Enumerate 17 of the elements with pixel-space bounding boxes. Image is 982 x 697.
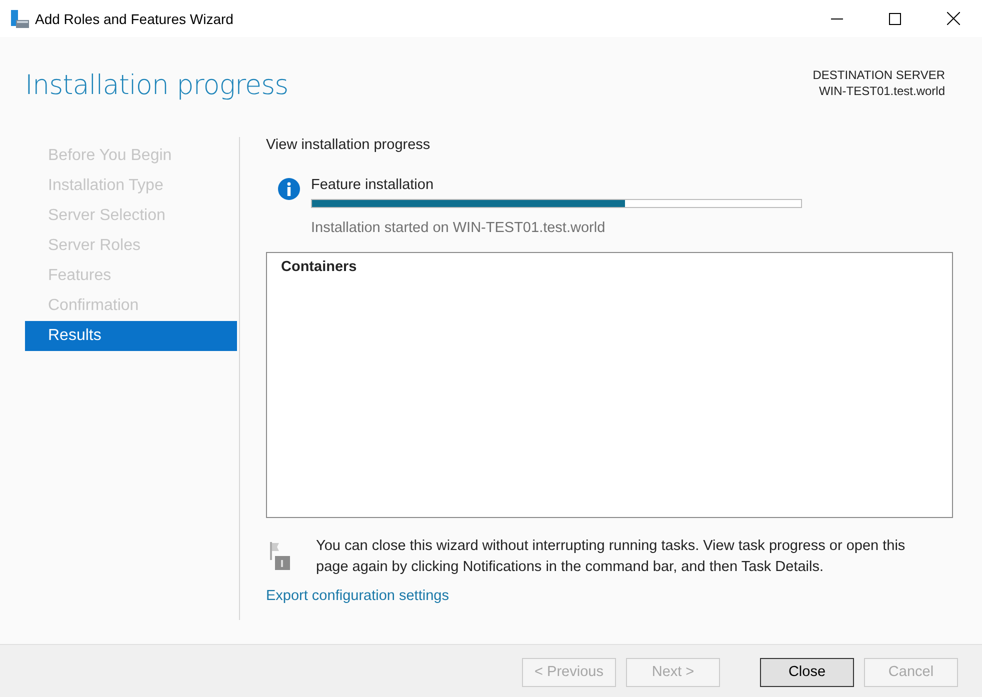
maximize-icon [889, 12, 901, 24]
page-title: Installation progress [25, 70, 288, 103]
export-link[interactable]: Export configuration settings [266, 588, 449, 604]
wizard-button[interactable]: Close [760, 658, 854, 686]
server-name: WIN-TEST01.test.world [818, 83, 945, 99]
info-icon [278, 178, 300, 200]
destination-label: DESTINATION SERVER [812, 67, 945, 83]
window-title: Add Roles and Features Wizard [35, 10, 234, 26]
task-title: Feature installation [311, 177, 435, 195]
status-text: Installation started on WIN-TEST01.test.world [311, 220, 606, 236]
notice-text: You can close this wizard without interrupting running tasks. View task progress or open this page again by clicking Notifications in the command bar, and then Task Details. [316, 537, 906, 577]
flag-icon [270, 542, 290, 570]
wizard-step[interactable]: Results [25, 321, 237, 351]
feature-name: Containers [281, 259, 358, 275]
section-title: View installation progress [266, 137, 432, 155]
close-icon [946, 12, 960, 25]
server-icon [10, 8, 30, 28]
